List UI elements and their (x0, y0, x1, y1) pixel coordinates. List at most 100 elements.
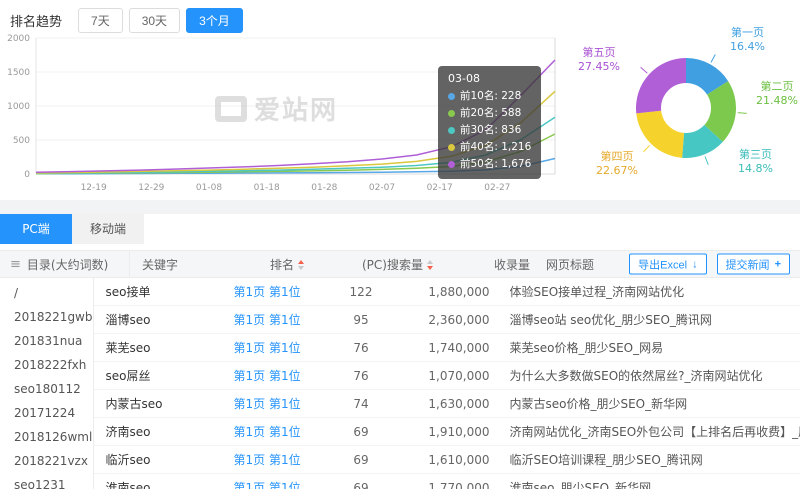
download-icon: ↓ (692, 258, 698, 270)
tooltip-item: 前50名: 1,676 (448, 156, 531, 173)
svg-text:12-19: 12-19 (81, 183, 107, 193)
sidebar-item-directory[interactable]: 2018221vzx (0, 449, 93, 473)
sidebar-item-directory[interactable]: 20171224 (0, 401, 93, 425)
pie-slice-name: 第二页 (760, 80, 794, 93)
keyword-cell: 淄博seo (105, 313, 151, 327)
sidebar-item-directory[interactable]: 201831nua (0, 329, 93, 353)
rank-cell: 第1页 第1位 (234, 395, 324, 412)
column-indexed: 收录量 (493, 257, 530, 272)
svg-text:02-27: 02-27 (484, 183, 510, 193)
device-tabs: PC端 移动端 (0, 214, 800, 244)
tooltip-item-text: 前10名: 228 (460, 90, 522, 102)
pie-label-page2: 第二页 21.48% (756, 80, 798, 108)
sidebar-item-directory[interactable]: 2018126wml (0, 425, 93, 449)
indexed-count-cell: 1,910,000 (428, 424, 490, 439)
table-body: /2018221gwb 201831nua 2018222fxh seo180112 2… (0, 278, 800, 489)
pie-slice-percent: 16.4% (730, 40, 765, 53)
pie-slice-percent: 14.8% (738, 162, 773, 175)
indexed-count-cell: 1,740,000 (428, 340, 490, 355)
tooltip-item: 前30名: 836 (448, 122, 531, 139)
indexed-count-cell: 1,070,000 (428, 368, 490, 383)
rank-link[interactable]: 第1页 第1位 (234, 397, 301, 411)
sidebar-item-directory[interactable]: seo1231 (0, 473, 93, 489)
pie-slice-percent: 22.67% (596, 164, 638, 177)
rank-cell: 第1页 第1位 (234, 451, 324, 468)
column-search-volume[interactable]: (PC)搜索量 (360, 256, 435, 273)
keyword-cell: 济南seo (105, 425, 151, 439)
rank-link[interactable]: 第1页 第1位 (234, 341, 301, 355)
keyword-cell: seo接单 (105, 285, 151, 299)
tooltip-item: 前10名: 228 (448, 88, 531, 105)
search-volume-cell: 69 (353, 452, 369, 467)
svg-text:500: 500 (13, 136, 30, 146)
rank-cell: 第1页 第1位 (234, 479, 324, 489)
series-dot-icon (448, 110, 455, 117)
sort-asc-icon[interactable] (298, 260, 305, 264)
pie-slice-name: 第一页 (730, 26, 764, 39)
indexed-count-cell: 2,360,000 (428, 312, 490, 327)
search-volume-cell: 95 (353, 312, 369, 327)
search-volume-cell: 76 (353, 340, 369, 355)
sort-desc-icon[interactable] (298, 266, 305, 270)
rank-trend-section: 排名趋势 7天 30天 3个月 0 500 1000 1500 2000 12-19 12-… (0, 0, 800, 200)
table-row: seo屌丝 第1页 第1位 76 1,070,000 为什么大多数做SEO的依然屌丝?_… (93, 362, 800, 390)
table-row: 淄博seo 第1页 第1位 95 2,360,000 淄博seo站 seo优化_朋少SE… (93, 306, 800, 334)
submit-news-button[interactable]: 提交新闻 + (716, 253, 790, 275)
plus-icon: + (774, 258, 781, 270)
rank-link[interactable]: 第1页 第1位 (234, 481, 301, 489)
tab-pc[interactable]: PC端 (0, 214, 72, 244)
rank-link[interactable]: 第1页 第1位 (234, 425, 301, 439)
menu-icon: ≡ (10, 256, 21, 272)
tooltip-item: 前20名: 588 (448, 105, 531, 122)
table-row: 淮南seo 第1页 第1位 69 1,770,000 淮南seo_朋少SEO_新华网 (94, 474, 800, 489)
page-title-cell: 内蒙古seo价格_朋少SEO_新华网 (509, 397, 688, 411)
table-rows: seo接单 第1页 第1位 122 1,880,000 体验SEO接单过程_济南网站优化… (93, 278, 800, 489)
directory-list: /2018221gwb 201831nua 2018222fxh seo180112 2… (0, 278, 94, 489)
search-volume-cell: 69 (353, 424, 369, 439)
rank-link[interactable]: 第1页 第1位 (234, 369, 301, 383)
rank-cell: 第1页 第1位 (234, 283, 324, 300)
directory-header: ≡ 目录(大约词数) (0, 251, 130, 277)
tooltip-date: 03-08 (448, 72, 480, 85)
table-row: 莱芜seo 第1页 第1位 76 1,740,000 莱芜seo价格_朋少SEO_网易 (93, 334, 800, 362)
page-title-cell: 济南网站优化_济南SEO外包公司【上排名后再收费】_朋少... (509, 425, 800, 439)
indexed-count-cell: 1,610,000 (428, 452, 490, 467)
column-rank[interactable]: 排名 (270, 256, 360, 273)
rank-cell: 第1页 第1位 (234, 339, 324, 356)
pie-slice-name: 第四页 (600, 150, 634, 163)
sort-desc-icon[interactable] (426, 266, 433, 270)
pie-label-page4: 第四页 22.67% (596, 150, 638, 178)
rank-link[interactable]: 第1页 第1位 (234, 285, 301, 299)
svg-text:0: 0 (24, 170, 30, 180)
pie-label-page5: 第五页 27.45% (578, 46, 620, 74)
sidebar-item-directory[interactable]: 2018221gwb (0, 305, 93, 329)
svg-text:01-08: 01-08 (196, 183, 222, 193)
rank-link[interactable]: 第1页 第1位 (234, 453, 301, 467)
page-distribution-chart: 第一页 16.4% 第二页 21.48% 第三页 14.8% 第四页 22.67% 第五… (562, 24, 800, 196)
sort-asc-icon[interactable] (426, 260, 433, 264)
series-dot-icon (448, 127, 455, 134)
svg-text:02-17: 02-17 (427, 183, 453, 193)
sidebar-item-directory[interactable]: 2018222fxh (0, 353, 93, 377)
page-title-cell: 淮南seo_朋少SEO_新华网 (509, 481, 652, 489)
pie-label-page1: 第一页 16.4% (730, 26, 765, 54)
pie-slice-name: 第五页 (582, 46, 616, 59)
tooltip-item: 前40名: 1,216 (448, 139, 531, 156)
keyword-cell: 莱芜seo (105, 341, 151, 355)
keyword-cell: seo屌丝 (105, 369, 151, 383)
svg-text:1000: 1000 (7, 102, 30, 112)
indexed-count-cell: 1,770,000 (428, 480, 490, 489)
tooltip-item-text: 前50名: 1,676 (460, 158, 532, 170)
pie-slice-percent: 21.48% (756, 94, 798, 107)
export-excel-button[interactable]: 导出Excel ↓ (629, 253, 707, 275)
tab-mobile[interactable]: 移动端 (72, 214, 144, 244)
chart-tooltip: 03-08 前10名: 228 前20名: 588 前30名: 836 前40名: 1… (438, 66, 542, 179)
svg-text:01-28: 01-28 (311, 183, 337, 193)
section-divider (0, 200, 800, 214)
rank-link[interactable]: 第1页 第1位 (234, 313, 301, 327)
sidebar-item-directory[interactable]: / (0, 281, 93, 305)
sidebar-item-directory[interactable]: seo180112 (0, 377, 93, 401)
series-dot-icon (448, 93, 455, 100)
pie-slice-percent: 27.45% (578, 60, 620, 73)
keyword-cell: 内蒙古seo (105, 397, 163, 411)
